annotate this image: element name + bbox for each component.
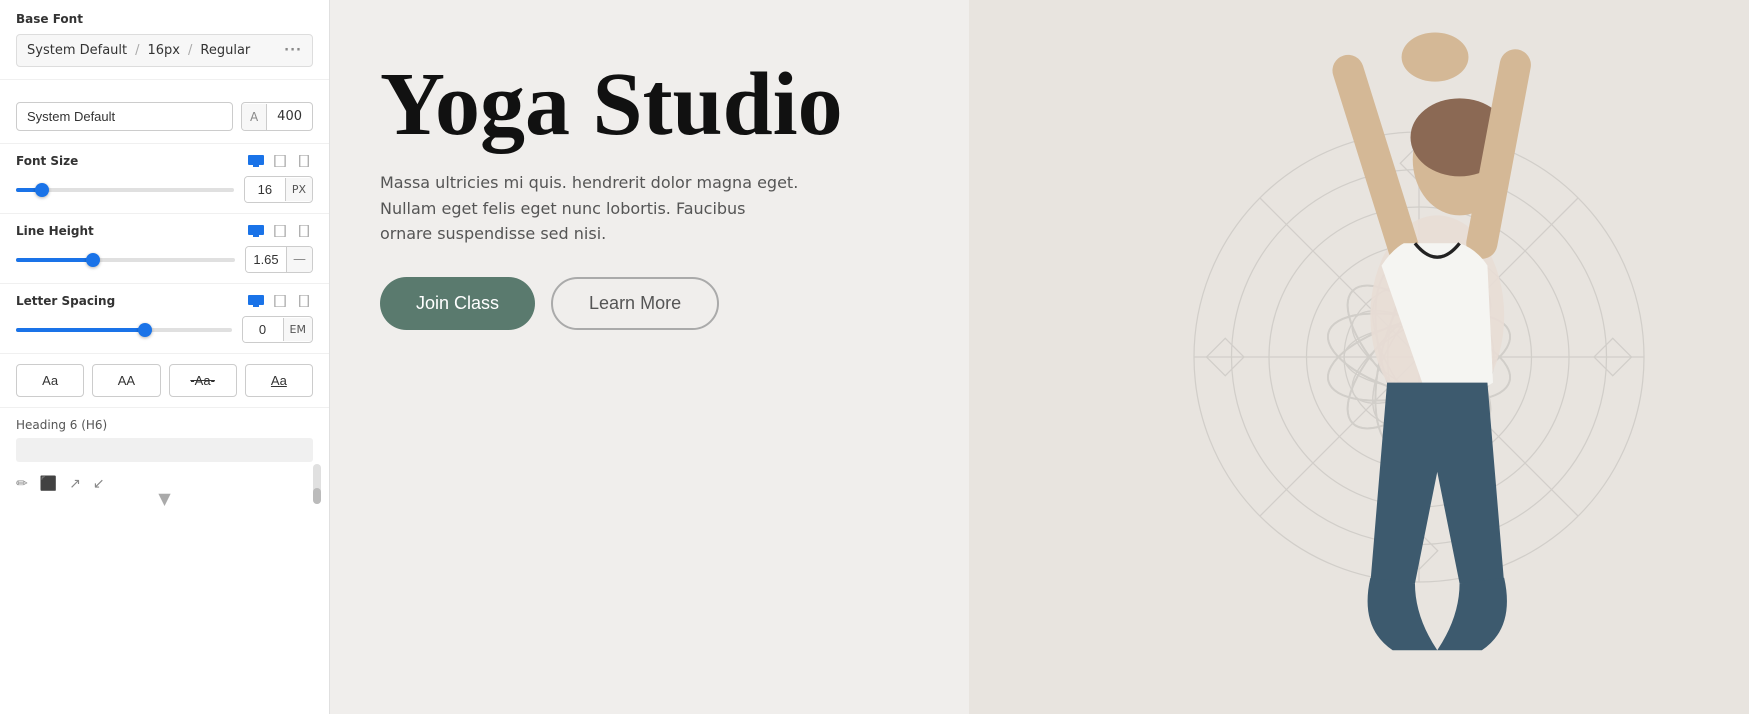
join-class-button[interactable]: Join Class	[380, 277, 535, 330]
hero-content: Yoga Studio Massa ultricies mi quis. hen…	[380, 60, 880, 330]
base-font-section: Base Font System Default / 16px / Regula…	[0, 0, 329, 80]
line-height-label-row: Line Height	[16, 224, 313, 238]
heading-section: Heading 6 (H6)	[0, 408, 329, 472]
tablet-icon[interactable]	[271, 154, 289, 168]
lh-desktop-icon[interactable]	[247, 224, 265, 238]
import-icon[interactable]: ↙	[93, 476, 105, 492]
tt-btn-strikethrough[interactable]: -Aa-	[169, 364, 237, 397]
letter-spacing-control: Letter Spacing	[0, 284, 329, 354]
font-size-label: Font Size	[16, 154, 78, 168]
font-separator-2: /	[188, 43, 192, 58]
main-area: AWESOME W Yoga Studio Massa ultricies mi…	[330, 0, 1749, 714]
heading-label: Heading 6 (H6)	[16, 418, 313, 432]
font-size-label-row: Font Size	[16, 154, 313, 168]
export-icon[interactable]: ↗	[69, 476, 81, 492]
font-size-control: Font Size	[0, 144, 329, 214]
hero-title: Yoga Studio	[380, 60, 880, 150]
ls-tablet-icon[interactable]	[271, 294, 289, 308]
ls-mobile-icon[interactable]	[295, 294, 313, 308]
tt-btn-uppercase[interactable]: AA	[92, 364, 160, 397]
font-separator-1: /	[135, 43, 139, 58]
lh-mobile-icon[interactable]	[295, 224, 313, 238]
letter-spacing-slider-fill	[16, 328, 145, 332]
tt-btn-sentence[interactable]: Aa	[16, 364, 84, 397]
scroll-area: ▼ ✏ ⬛ ↗ ↙	[0, 472, 329, 512]
base-font-title: Base Font	[16, 12, 313, 26]
line-height-label: Line Height	[16, 224, 94, 238]
letter-spacing-unit: EM	[283, 318, 312, 341]
scroll-track[interactable]	[313, 464, 321, 504]
line-height-slider-row: —	[16, 246, 313, 273]
heading-preview-bar	[16, 438, 313, 462]
base-font-name: System Default	[27, 43, 127, 58]
letter-spacing-label: Letter Spacing	[16, 294, 115, 308]
font-size-value-input[interactable]	[245, 177, 285, 202]
frame-icon[interactable]: ⬛	[40, 476, 57, 492]
preview-canvas: AWESOME W Yoga Studio Massa ultricies mi…	[330, 0, 1749, 714]
hero-buttons: Join Class Learn More	[380, 277, 880, 330]
letter-spacing-value-group: EM	[242, 316, 313, 343]
font-size-label: 16px	[148, 43, 181, 58]
font-weight-group: A 400	[241, 102, 313, 131]
scroll-down-icon: ▼	[158, 489, 170, 508]
ls-desktop-icon[interactable]	[247, 294, 265, 308]
left-panel: Base Font System Default / 16px / Regula…	[0, 0, 330, 714]
line-height-slider-track[interactable]	[16, 258, 235, 262]
font-size-responsive-icons	[247, 154, 313, 168]
hero-body: Massa ultricies mi quis. hendrerit dolor…	[380, 170, 800, 247]
line-height-dash[interactable]: —	[286, 247, 312, 272]
tt-btn-capitalize[interactable]: Aa	[245, 364, 313, 397]
mobile-icon[interactable]	[295, 154, 313, 168]
hero-image-area	[969, 0, 1749, 714]
letter-spacing-value-input[interactable]	[243, 317, 283, 342]
base-font-menu[interactable]: ···	[284, 43, 302, 58]
font-weight-label: Regular	[200, 43, 250, 58]
weight-label-a: A	[242, 104, 267, 130]
ls-responsive-icons	[247, 294, 313, 308]
letter-spacing-slider-track[interactable]	[16, 328, 232, 332]
font-size-slider-track[interactable]	[16, 188, 234, 192]
letter-spacing-slider-thumb[interactable]	[138, 323, 152, 337]
desktop-icon[interactable]	[247, 154, 265, 168]
base-font-row[interactable]: System Default / 16px / Regular ···	[16, 34, 313, 67]
font-size-value-group: PX	[244, 176, 313, 203]
lh-tablet-icon[interactable]	[271, 224, 289, 238]
font-family-input[interactable]	[16, 102, 233, 131]
line-height-value-group: —	[245, 246, 313, 273]
edit-icon[interactable]: ✏	[16, 476, 28, 492]
scroll-thumb	[313, 488, 321, 504]
font-size-slider-row: PX	[16, 176, 313, 203]
letter-spacing-label-row: Letter Spacing	[16, 294, 313, 308]
line-height-slider-fill	[16, 258, 93, 262]
weight-value: 400	[267, 103, 312, 130]
line-height-responsive-icons	[247, 224, 313, 238]
text-transform-row: Aa AA -Aa- Aa	[0, 354, 329, 408]
line-height-control: Line Height	[0, 214, 329, 284]
font-selector-row: A 400	[16, 102, 313, 131]
letter-spacing-slider-row: EM	[16, 316, 313, 343]
yoga-person-svg	[969, 0, 1749, 714]
font-size-unit: PX	[285, 178, 312, 201]
font-selector-section: A 400	[0, 80, 329, 144]
line-height-value-input[interactable]	[246, 247, 286, 272]
font-size-slider-thumb[interactable]	[35, 183, 49, 197]
learn-more-button[interactable]: Learn More	[551, 277, 719, 330]
line-height-slider-thumb[interactable]	[86, 253, 100, 267]
